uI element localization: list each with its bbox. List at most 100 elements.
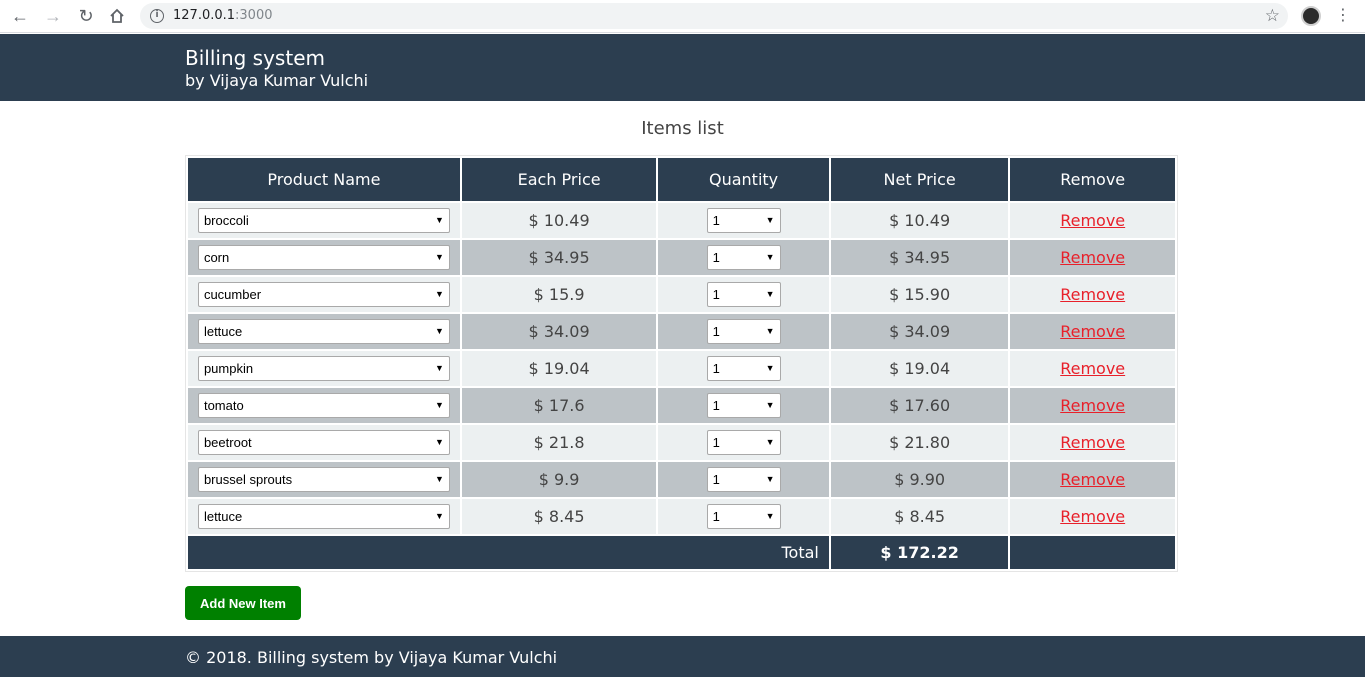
product-select-value: tomato (203, 398, 244, 413)
remove-link[interactable]: Remove (1060, 433, 1125, 452)
quantity-select-value: 1 (712, 472, 720, 487)
column-header-product-name: Product Name (188, 158, 460, 201)
remove-cell: Remove (1010, 351, 1175, 386)
remove-link[interactable]: Remove (1060, 322, 1125, 341)
each-price-cell: $ 15.9 (461, 277, 657, 312)
product-select[interactable]: beetroot ▼ (197, 430, 450, 455)
quantity-select[interactable]: 1 ▼ (706, 430, 781, 455)
app-title: Billing system (185, 46, 325, 70)
remove-link[interactable]: Remove (1060, 285, 1125, 304)
product-select[interactable]: pumpkin ▼ (197, 356, 450, 381)
quantity-select[interactable]: 1 ▼ (706, 245, 781, 270)
product-cell: cucumber ▼ (188, 277, 460, 312)
table-row: brussel sprouts ▼ $ 9.9 1 ▼ $ 9.90 Remove (188, 462, 1175, 497)
quantity-select[interactable]: 1 ▼ (706, 282, 781, 307)
quantity-select[interactable]: 1 ▼ (706, 208, 781, 233)
column-header-net-price: Net Price (830, 158, 1009, 201)
dropdown-arrow-icon: ▼ (765, 474, 775, 484)
bookmark-star-icon[interactable]: ☆ (1265, 6, 1280, 26)
remove-cell: Remove (1010, 499, 1175, 534)
net-price-cell: $ 34.09 (830, 314, 1009, 349)
quantity-cell: 1 ▼ (658, 314, 829, 349)
remove-link[interactable]: Remove (1060, 211, 1125, 230)
quantity-select-value: 1 (712, 250, 720, 265)
each-price-cell: $ 9.9 (461, 462, 657, 497)
product-cell: tomato ▼ (188, 388, 460, 423)
home-icon[interactable] (105, 5, 129, 27)
product-select[interactable]: broccoli ▼ (197, 208, 450, 233)
remove-cell: Remove (1010, 388, 1175, 423)
table-row: pumpkin ▼ $ 19.04 1 ▼ $ 19.04 Remove (188, 351, 1175, 386)
quantity-cell: 1 ▼ (658, 240, 829, 275)
product-select-value: lettuce (203, 509, 243, 524)
address-bar[interactable]: i 127.0.0.1:3000 ☆ (140, 3, 1288, 29)
dropdown-arrow-icon: ▼ (765, 252, 775, 262)
add-new-item-button[interactable]: Add New Item (185, 586, 301, 620)
each-price-cell: $ 34.09 (461, 314, 657, 349)
product-cell: corn ▼ (188, 240, 460, 275)
remove-cell: Remove (1010, 462, 1175, 497)
quantity-cell: 1 ▼ (658, 388, 829, 423)
remove-cell: Remove (1010, 240, 1175, 275)
remove-cell: Remove (1010, 314, 1175, 349)
table-row: tomato ▼ $ 17.6 1 ▼ $ 17.60 Remove (188, 388, 1175, 423)
url-text[interactable]: 127.0.0.1:3000 (173, 8, 273, 23)
net-price-cell: $ 10.49 (830, 203, 1009, 238)
quantity-select[interactable]: 1 ▼ (706, 504, 781, 529)
total-label: Total (188, 536, 829, 569)
dropdown-arrow-icon: ▼ (435, 511, 444, 521)
product-select[interactable]: corn ▼ (197, 245, 450, 270)
browser-toolbar: ← → ↻ i 127.0.0.1:3000 ☆ ⋮ (0, 0, 1365, 33)
product-cell: lettuce ▼ (188, 314, 460, 349)
remove-link[interactable]: Remove (1060, 470, 1125, 489)
net-price-cell: $ 34.95 (830, 240, 1009, 275)
info-icon[interactable]: i (150, 9, 164, 23)
product-select[interactable]: lettuce ▼ (197, 319, 450, 344)
remove-link[interactable]: Remove (1060, 396, 1125, 415)
table-header-row: Product Name Each Price Quantity Net Pri… (188, 158, 1175, 201)
quantity-cell: 1 ▼ (658, 499, 829, 534)
back-arrow-icon[interactable]: ← (8, 5, 32, 27)
each-price-cell: $ 10.49 (461, 203, 657, 238)
remove-link[interactable]: Remove (1060, 359, 1125, 378)
net-price-cell: $ 21.80 (830, 425, 1009, 460)
remove-cell: Remove (1010, 203, 1175, 238)
remove-link[interactable]: Remove (1060, 507, 1125, 526)
dropdown-arrow-icon: ▼ (765, 400, 775, 410)
remove-link[interactable]: Remove (1060, 248, 1125, 267)
profile-avatar[interactable] (1301, 6, 1321, 26)
total-row: Total $ 172.22 (188, 536, 1175, 569)
items-table: Product Name Each Price Quantity Net Pri… (185, 155, 1178, 572)
table-row: lettuce ▼ $ 34.09 1 ▼ $ 34.09 Remove (188, 314, 1175, 349)
reload-icon[interactable]: ↻ (74, 5, 98, 27)
quantity-select[interactable]: 1 ▼ (706, 393, 781, 418)
product-select[interactable]: brussel sprouts ▼ (197, 467, 450, 492)
section-title: Items list (641, 118, 724, 139)
net-price-cell: $ 8.45 (830, 499, 1009, 534)
dropdown-arrow-icon: ▼ (435, 215, 444, 225)
net-price-cell: $ 15.90 (830, 277, 1009, 312)
quantity-select[interactable]: 1 ▼ (706, 467, 781, 492)
product-select[interactable]: cucumber ▼ (197, 282, 450, 307)
table-row: broccoli ▼ $ 10.49 1 ▼ $ 10.49 Remove (188, 203, 1175, 238)
column-header-remove: Remove (1010, 158, 1175, 201)
each-price-cell: $ 19.04 (461, 351, 657, 386)
forward-arrow-icon[interactable]: → (41, 5, 65, 27)
product-cell: lettuce ▼ (188, 499, 460, 534)
product-select-value: broccoli (203, 213, 249, 228)
app-header: Billing system by Vijaya Kumar Vulchi (0, 34, 1365, 101)
quantity-select-value: 1 (712, 324, 720, 339)
kebab-menu-icon[interactable]: ⋮ (1335, 6, 1351, 26)
quantity-select[interactable]: 1 ▼ (706, 356, 781, 381)
column-header-each-price: Each Price (461, 158, 657, 201)
product-select[interactable]: lettuce ▼ (197, 504, 450, 529)
remove-cell: Remove (1010, 425, 1175, 460)
quantity-select[interactable]: 1 ▼ (706, 319, 781, 344)
each-price-cell: $ 34.95 (461, 240, 657, 275)
product-cell: brussel sprouts ▼ (188, 462, 460, 497)
dropdown-arrow-icon: ▼ (435, 289, 444, 299)
product-select[interactable]: tomato ▼ (197, 393, 450, 418)
table-row: beetroot ▼ $ 21.8 1 ▼ $ 21.80 Remove (188, 425, 1175, 460)
table-row: cucumber ▼ $ 15.9 1 ▼ $ 15.90 Remove (188, 277, 1175, 312)
dropdown-arrow-icon: ▼ (765, 511, 775, 521)
